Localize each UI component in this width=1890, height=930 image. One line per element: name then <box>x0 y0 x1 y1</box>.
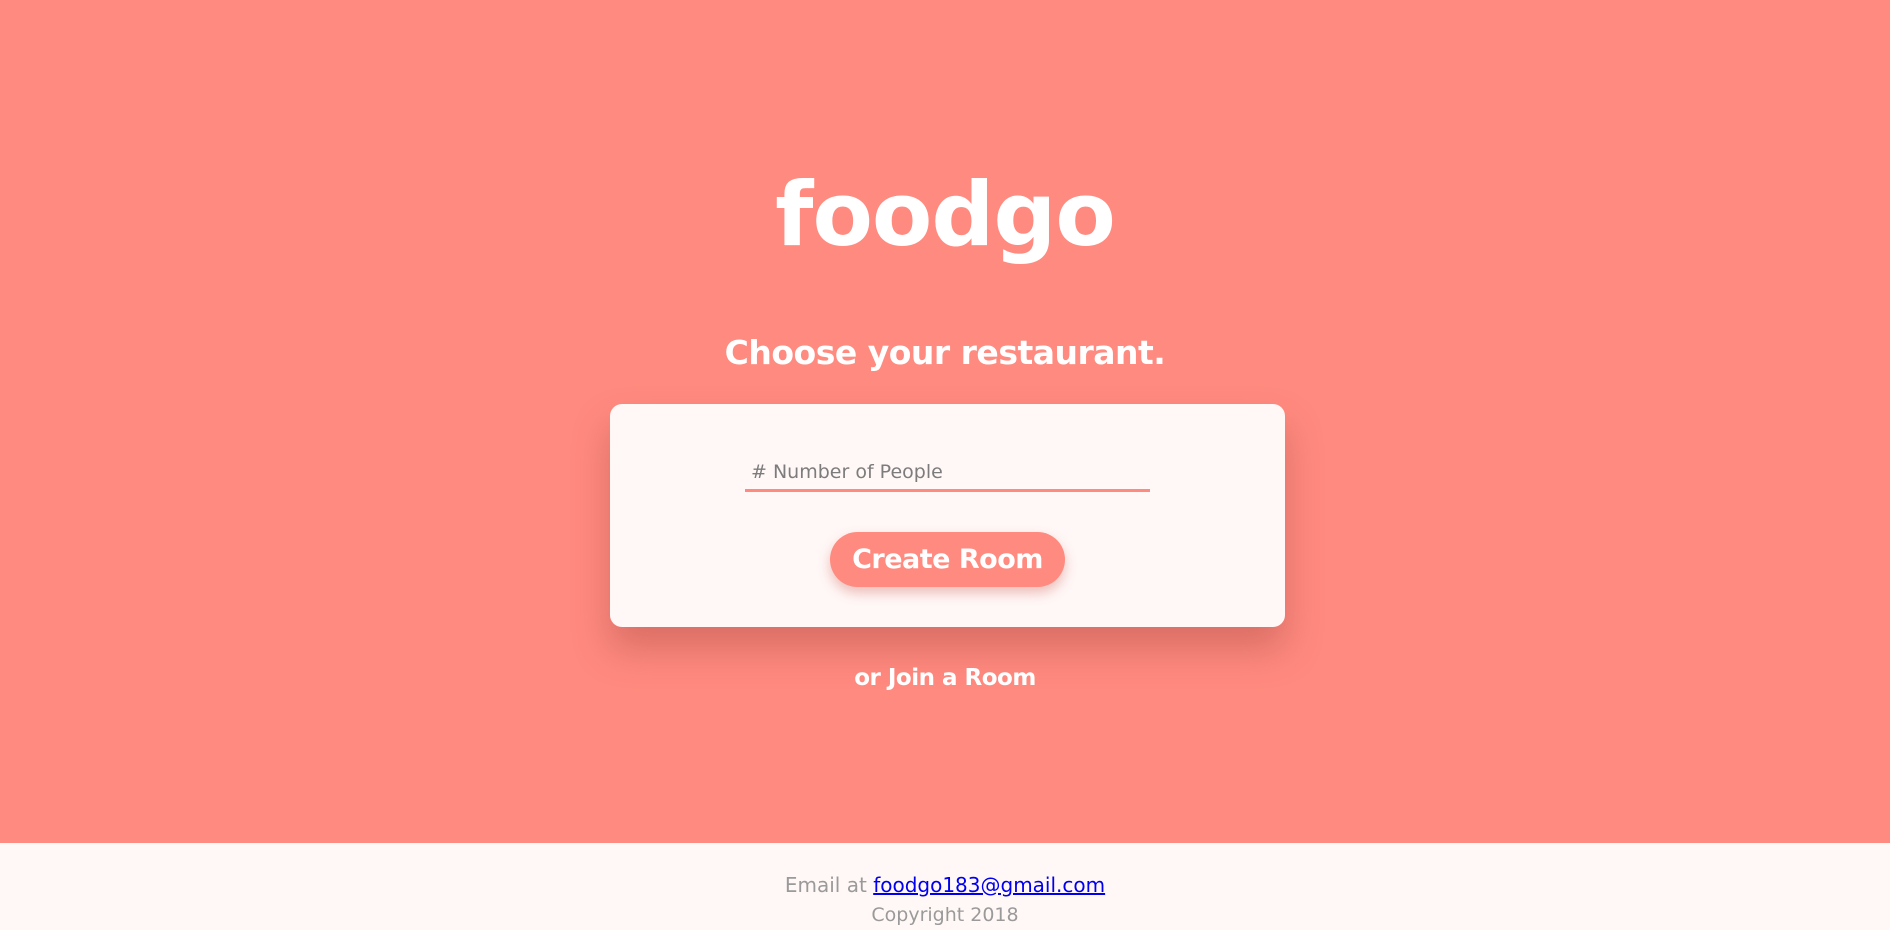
footer-contact: Email at foodgo183@gmail.com <box>0 870 1890 900</box>
join-room-row: or Join a Room <box>0 660 1890 696</box>
create-room-card: Create Room <box>610 404 1285 627</box>
footer-copyright: Copyright 2018 <box>871 904 1019 926</box>
logo: foodgo <box>775 163 1116 266</box>
footer-email-prefix: Email at <box>784 873 867 897</box>
hero-section: foodgo Choose your restaurant. Create Ro… <box>0 0 1890 843</box>
footer-email-link[interactable]: foodgo183@gmail.com <box>873 873 1105 897</box>
page-title: Choose your restaurant. <box>724 333 1166 372</box>
number-of-people-input[interactable] <box>745 454 1150 492</box>
join-room-link[interactable]: or Join a Room <box>854 665 1036 691</box>
create-room-button[interactable]: Create Room <box>830 532 1065 587</box>
